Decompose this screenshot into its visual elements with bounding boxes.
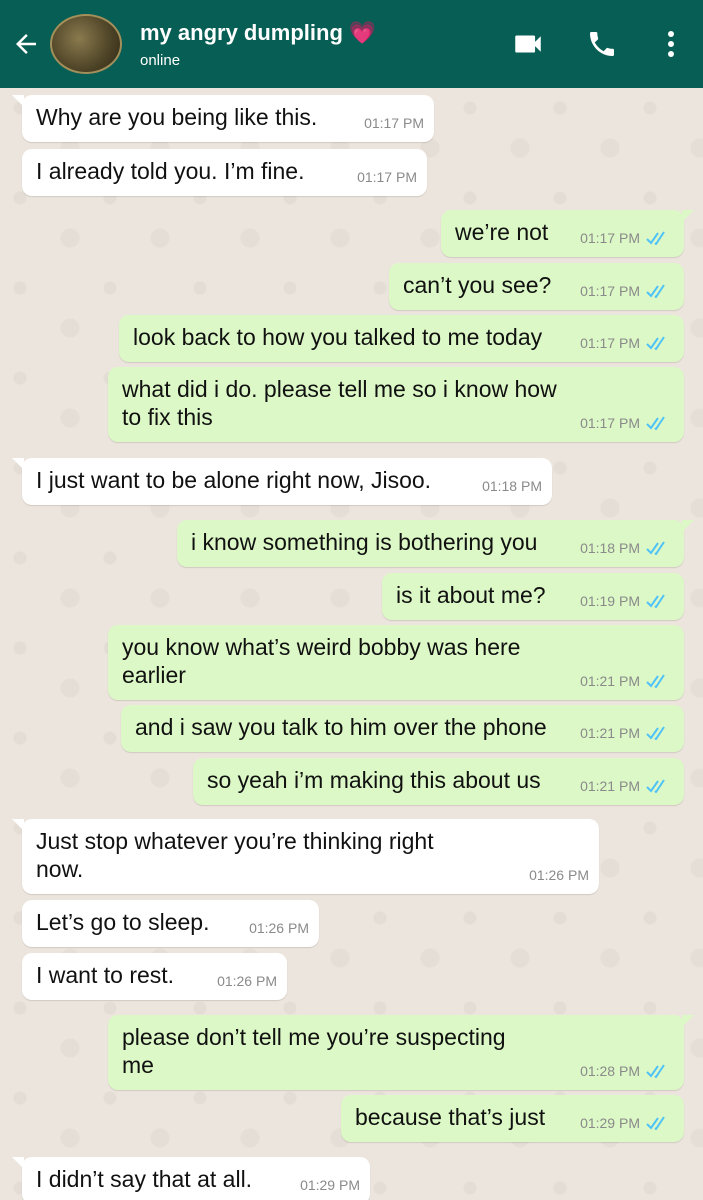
phone-icon[interactable] bbox=[565, 0, 639, 88]
message-bubble-incoming[interactable]: I want to rest. 01:26 PM bbox=[22, 953, 287, 1000]
message-bubble-outgoing[interactable]: we’re not 01:17 PM bbox=[441, 210, 694, 257]
message-bubble-outgoing[interactable]: you know what’s weird bobby was here ear… bbox=[108, 625, 684, 700]
message-bubble-outgoing[interactable]: and i saw you talk to him over the phone… bbox=[121, 705, 684, 752]
message-time: 01:29 PM bbox=[580, 1115, 640, 1131]
video-call-icon[interactable] bbox=[491, 0, 565, 88]
back-arrow-icon[interactable] bbox=[0, 0, 52, 88]
message-bubble-outgoing[interactable]: can’t you see? 01:17 PM bbox=[389, 263, 684, 310]
contact-info[interactable]: my angry dumpling 💗 online bbox=[140, 20, 491, 69]
message-bubble-incoming[interactable]: Let’s go to sleep. 01:26 PM bbox=[22, 900, 319, 947]
read-ticks-icon bbox=[646, 674, 665, 688]
message-time: 01:21 PM bbox=[580, 673, 640, 689]
read-ticks-icon bbox=[646, 231, 665, 245]
read-ticks-icon bbox=[646, 336, 665, 350]
message-bubble-outgoing[interactable]: what did i do. please tell me so i know … bbox=[108, 367, 684, 442]
avatar[interactable] bbox=[50, 14, 122, 74]
contact-name: my angry dumpling 💗 bbox=[140, 20, 491, 46]
read-ticks-icon bbox=[646, 594, 665, 608]
message-time: 01:17 PM bbox=[580, 230, 640, 246]
read-ticks-icon bbox=[646, 726, 665, 740]
message-time: 01:26 PM bbox=[249, 920, 309, 936]
message-time: 01:26 PM bbox=[529, 867, 589, 883]
message-time: 01:17 PM bbox=[364, 115, 424, 131]
message-time: 01:28 PM bbox=[580, 1063, 640, 1079]
chat-area[interactable]: Why are you being like this. 01:17 PM I … bbox=[0, 88, 703, 1200]
message-time: 01:18 PM bbox=[482, 478, 542, 494]
message-time: 01:17 PM bbox=[580, 415, 640, 431]
message-time: 01:26 PM bbox=[217, 973, 277, 989]
read-ticks-icon bbox=[646, 541, 665, 555]
message-time: 01:17 PM bbox=[580, 283, 640, 299]
contact-status: online bbox=[140, 51, 181, 69]
contact-name-text: my angry dumpling bbox=[140, 19, 343, 45]
read-ticks-icon bbox=[646, 416, 665, 430]
read-ticks-icon bbox=[646, 284, 665, 298]
message-bubble-outgoing[interactable]: i know something is bothering you 01:18 … bbox=[177, 520, 694, 567]
chat-header: my angry dumpling 💗 online bbox=[0, 0, 703, 88]
message-bubble-incoming[interactable]: Why are you being like this. 01:17 PM bbox=[12, 95, 434, 142]
message-time: 01:17 PM bbox=[580, 335, 640, 351]
message-bubble-outgoing[interactable]: is it about me? 01:19 PM bbox=[382, 573, 684, 620]
message-bubble-incoming[interactable]: I didn’t say that at all. 01:29 PM bbox=[12, 1157, 370, 1200]
read-ticks-icon bbox=[646, 1116, 665, 1130]
message-bubble-outgoing[interactable]: please don’t tell me you’re suspecting m… bbox=[108, 1015, 694, 1090]
message-bubble-incoming[interactable]: Just stop whatever you’re thinking right… bbox=[12, 819, 599, 894]
message-time: 01:21 PM bbox=[580, 778, 640, 794]
message-time: 01:29 PM bbox=[300, 1177, 360, 1193]
message-bubble-outgoing[interactable]: look back to how you talked to me today … bbox=[119, 315, 684, 362]
read-ticks-icon bbox=[646, 779, 665, 793]
message-text: I just want to be alone right now, Jisoo… bbox=[36, 467, 432, 493]
heart-icon: 💗 bbox=[348, 19, 377, 45]
message-text: Just stop whatever you’re thinking right… bbox=[36, 828, 434, 882]
message-bubble-outgoing[interactable]: because that’s just 01:29 PM bbox=[341, 1095, 684, 1142]
message-time: 01:21 PM bbox=[580, 725, 640, 741]
message-bubble-outgoing[interactable]: so yeah i’m making this about us 01:21 P… bbox=[193, 758, 684, 805]
message-time: 01:17 PM bbox=[357, 169, 417, 185]
message-time: 01:18 PM bbox=[580, 540, 640, 556]
message-time: 01:19 PM bbox=[580, 593, 640, 609]
message-bubble-incoming[interactable]: I already told you. I’m fine. 01:17 PM bbox=[22, 149, 427, 196]
read-ticks-icon bbox=[646, 1064, 665, 1078]
message-bubble-incoming[interactable]: I just want to be alone right now, Jisoo… bbox=[12, 458, 552, 505]
more-options-icon[interactable] bbox=[639, 0, 703, 88]
